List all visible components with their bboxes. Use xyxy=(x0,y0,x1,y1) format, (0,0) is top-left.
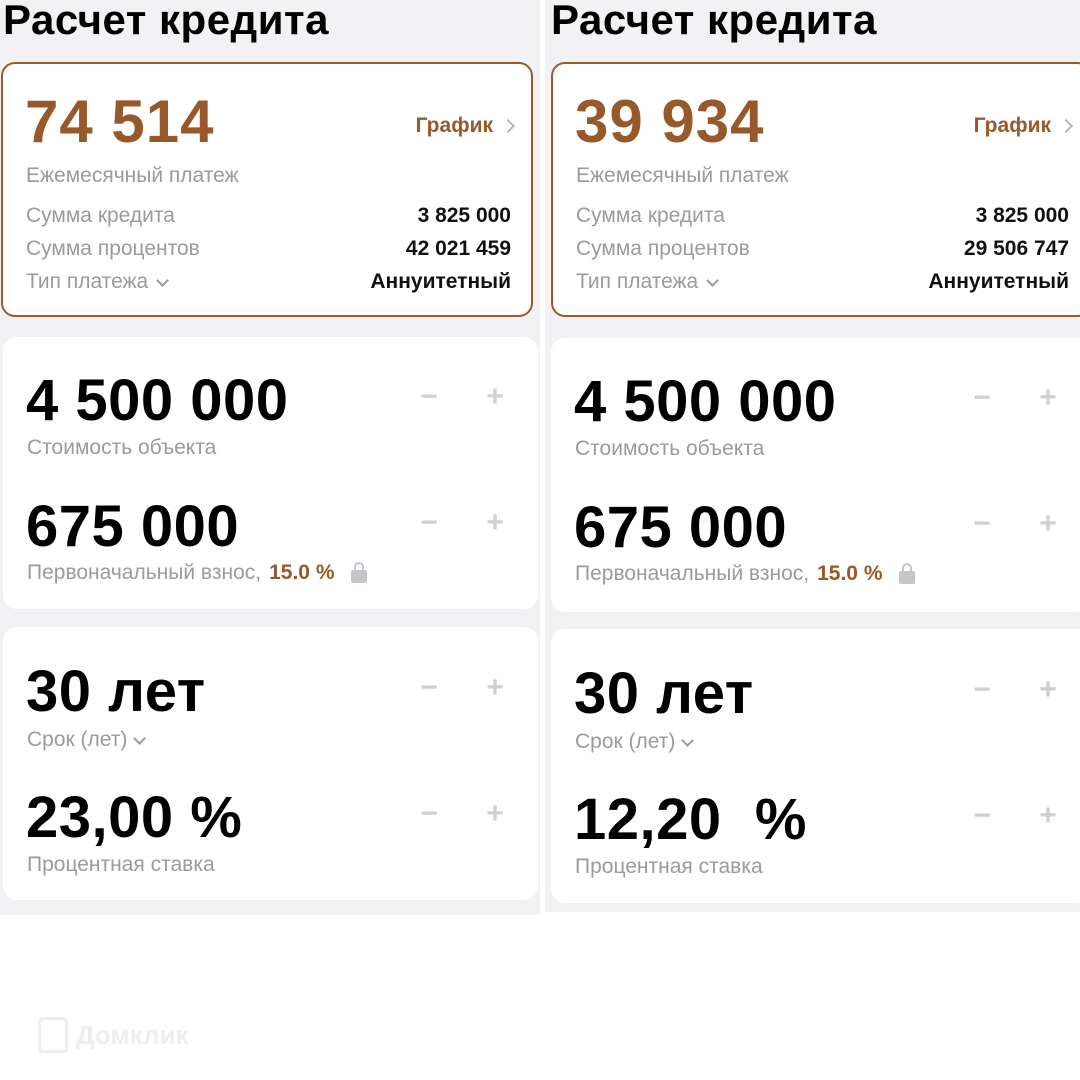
interest-total-value: 42 021 459 xyxy=(405,237,511,260)
schedule-link[interactable]: График xyxy=(415,114,516,138)
object-price-stepper: − + xyxy=(416,380,508,414)
term-stepper: − + xyxy=(969,673,1061,707)
lock-icon[interactable] xyxy=(898,562,915,584)
term-label: Срок (лет) xyxy=(575,730,676,753)
loan-amount-label: Сумма кредита xyxy=(26,204,175,227)
object-price-label: Стоимость объекта xyxy=(575,437,765,460)
rate-value[interactable]: 12,20 % xyxy=(574,791,807,849)
payment-type-label: Тип платежа xyxy=(26,270,149,293)
schedule-link-label: График xyxy=(415,114,493,137)
term-dropdown[interactable]: Срок (лет) xyxy=(575,730,695,754)
chevron-down-icon xyxy=(133,731,147,745)
watermark: Домклик xyxy=(38,1017,188,1053)
interest-total-label: Сумма процентов xyxy=(26,237,200,260)
payment-type-label: Тип платежа xyxy=(576,270,699,293)
minus-button[interactable]: − xyxy=(969,673,995,707)
plus-button[interactable]: + xyxy=(482,797,508,831)
page-title: Расчет кредита xyxy=(551,0,877,43)
term-value[interactable]: 30 лет xyxy=(26,663,206,721)
rate-value[interactable]: 23,00 % xyxy=(26,789,242,847)
minus-button[interactable]: − xyxy=(416,671,442,705)
down-payment-value[interactable]: 675 000 xyxy=(26,498,239,556)
object-price-label: Стоимость объекта xyxy=(27,436,217,459)
down-payment-label-row: Первоначальный взнос, 15.0 % xyxy=(27,561,367,585)
down-payment-stepper: − + xyxy=(416,506,508,540)
schedule-link[interactable]: График xyxy=(973,114,1074,138)
payment-type-row: Тип платежа Аннуитетный xyxy=(576,270,1069,294)
payment-type-dropdown[interactable]: Тип платежа xyxy=(576,270,720,294)
rate-stepper: − + xyxy=(969,799,1061,833)
calculator-panel-right: Расчет кредита 39 934 Ежемесячный платеж… xyxy=(545,0,1080,912)
calculator-panel-left: Расчет кредита 74 514 Ежемесячный платеж… xyxy=(0,0,540,915)
loan-amount-value: 3 825 000 xyxy=(417,204,511,227)
down-payment-stepper: − + xyxy=(969,507,1061,541)
plus-button[interactable]: + xyxy=(1035,799,1061,833)
payment-type-dropdown[interactable]: Тип платежа xyxy=(26,270,170,294)
minus-button[interactable]: − xyxy=(416,797,442,831)
plus-button[interactable]: + xyxy=(1035,507,1061,541)
plus-button[interactable]: + xyxy=(482,380,508,414)
watermark-text: Домклик xyxy=(76,1019,189,1050)
minus-button[interactable]: − xyxy=(969,381,995,415)
loan-amount-label: Сумма кредита xyxy=(576,204,725,227)
chevron-down-icon xyxy=(156,273,170,287)
interest-total-label: Сумма процентов xyxy=(576,237,750,260)
down-payment-label-row: Первоначальный взнос, 15.0 % xyxy=(575,562,915,586)
plus-button[interactable]: + xyxy=(482,506,508,540)
chevron-down-icon xyxy=(706,273,720,287)
payment-type-value: Аннуитетный xyxy=(370,270,511,293)
down-payment-percent: 15.0 % xyxy=(817,562,883,585)
minus-button[interactable]: − xyxy=(416,506,442,540)
term-card: 30 лет − + Срок (лет) 12,20 % − + Процен… xyxy=(551,629,1080,903)
plus-button[interactable]: + xyxy=(1035,381,1061,415)
monthly-payment-value: 74 514 xyxy=(25,88,215,155)
term-label: Срок (лет) xyxy=(27,728,128,751)
down-payment-label: Первоначальный взнос, xyxy=(27,561,262,584)
plus-button[interactable]: + xyxy=(482,671,508,705)
monthly-payment-label: Ежемесячный платеж xyxy=(26,164,239,187)
domclick-logo-icon xyxy=(38,1017,68,1053)
object-card: 4 500 000 − + Стоимость объекта 675 000 … xyxy=(551,338,1080,612)
result-card: 74 514 Ежемесячный платеж График Сумма к… xyxy=(1,62,533,317)
term-card: 30 лет − + Срок (лет) 23,00 % − + Процен… xyxy=(3,627,538,900)
chevron-right-icon xyxy=(1058,118,1074,134)
loan-amount-row: Сумма кредита 3 825 000 xyxy=(576,204,1069,228)
interest-total-row: Сумма процентов 42 021 459 xyxy=(26,237,511,261)
plus-button[interactable]: + xyxy=(1035,673,1061,707)
loan-amount-value: 3 825 000 xyxy=(975,204,1069,227)
payment-type-row: Тип платежа Аннуитетный xyxy=(26,270,511,294)
schedule-link-label: График xyxy=(973,114,1051,137)
page-title: Расчет кредита xyxy=(3,0,329,43)
interest-total-row: Сумма процентов 29 506 747 xyxy=(576,237,1069,261)
rate-label: Процентная ставка xyxy=(575,855,763,878)
down-payment-value[interactable]: 675 000 xyxy=(574,499,787,557)
term-value[interactable]: 30 лет xyxy=(574,665,754,723)
monthly-payment-value: 39 934 xyxy=(575,88,765,155)
minus-button[interactable]: − xyxy=(969,799,995,833)
object-card: 4 500 000 − + Стоимость объекта 675 000 … xyxy=(3,337,538,609)
down-payment-label: Первоначальный взнос, xyxy=(575,562,810,585)
rate-stepper: − + xyxy=(416,797,508,831)
rate-label: Процентная ставка xyxy=(27,853,215,876)
down-payment-percent: 15.0 % xyxy=(269,561,335,584)
minus-button[interactable]: − xyxy=(969,507,995,541)
monthly-payment-label: Ежемесячный платеж xyxy=(576,164,789,187)
chevron-down-icon xyxy=(681,733,695,747)
term-stepper: − + xyxy=(416,671,508,705)
minus-button[interactable]: − xyxy=(416,380,442,414)
object-price-value[interactable]: 4 500 000 xyxy=(574,373,837,431)
interest-total-value: 29 506 747 xyxy=(963,237,1069,260)
lock-icon[interactable] xyxy=(350,561,367,583)
payment-type-value: Аннуитетный xyxy=(928,270,1069,293)
term-dropdown[interactable]: Срок (лет) xyxy=(27,728,147,752)
result-card: 39 934 Ежемесячный платеж График Сумма к… xyxy=(551,62,1080,317)
loan-amount-row: Сумма кредита 3 825 000 xyxy=(26,204,511,228)
chevron-right-icon xyxy=(500,118,516,134)
object-price-stepper: − + xyxy=(969,381,1061,415)
object-price-value[interactable]: 4 500 000 xyxy=(26,372,289,430)
